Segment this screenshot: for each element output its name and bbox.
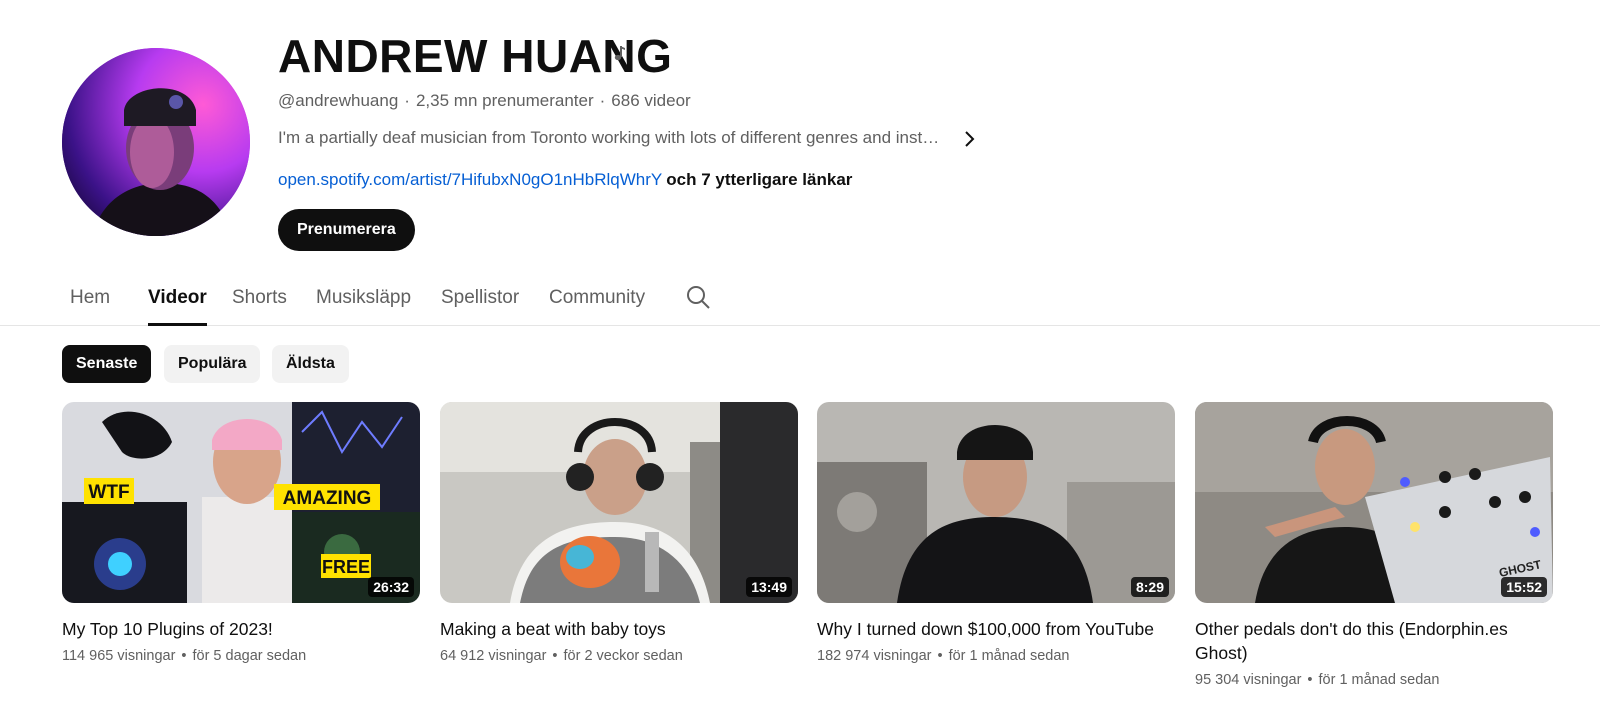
thumb-text-wtf: WTF — [88, 482, 129, 503]
video-views: 114 965 visningar — [62, 648, 176, 664]
music-note-icon — [614, 46, 625, 61]
spotify-link[interactable]: open.spotify.com/artist/7HifubxN0gO1nHbR… — [278, 170, 662, 189]
tab-videos[interactable]: Videor — [148, 286, 207, 326]
separator-dot: • — [552, 648, 558, 664]
video-title[interactable]: Making a beat with baby toys — [440, 617, 798, 641]
video-title[interactable]: My Top 10 Plugins of 2023! — [62, 617, 420, 641]
separator-dot: · — [599, 91, 606, 110]
video-views: 64 912 visningar — [440, 648, 547, 664]
avatar-image — [62, 48, 250, 236]
video-meta: 95 304 visningar • för 1 månad sedan — [1195, 670, 1553, 690]
channel-meta: @andrewhuang · 2,35 mn prenumeranter · 686 v… — [278, 90, 691, 112]
separator-dot: • — [181, 648, 187, 664]
video-count: 686 videor — [611, 91, 691, 110]
thumbnail-image — [440, 402, 798, 603]
chip-latest[interactable]: Senaste — [62, 345, 152, 383]
tab-releases[interactable]: Musiksläpp — [316, 286, 411, 324]
tab-playlists[interactable]: Spellistor — [441, 286, 519, 324]
video-meta: 64 912 visningar • för 2 veckor sedan — [440, 646, 798, 666]
chip-popular[interactable]: Populära — [164, 345, 261, 383]
video-meta: 114 965 visningar • för 5 dagar sedan — [62, 646, 420, 666]
channel-description[interactable]: I'm a partially deaf musician from Toron… — [278, 127, 940, 149]
video-duration: 8:29 — [1130, 577, 1169, 597]
video-card[interactable]: WTF AMAZING FREE 26:32 My Top 10 Plugins… — [62, 402, 420, 666]
video-duration: 13:49 — [746, 577, 792, 597]
separator-dot: • — [1307, 672, 1313, 688]
search-icon[interactable] — [685, 284, 711, 310]
tab-shorts[interactable]: Shorts — [232, 286, 287, 324]
chevron-right-icon[interactable] — [958, 128, 980, 150]
subscriber-count: 2,35 mn prenumeranter — [415, 91, 594, 110]
video-age: för 1 månad sedan — [948, 648, 1070, 664]
video-age: för 1 månad sedan — [1318, 672, 1440, 688]
video-thumbnail[interactable]: GHOST 15:52 — [1195, 402, 1553, 603]
separator-dot: · — [404, 91, 410, 110]
video-thumbnail[interactable]: 8:29 — [817, 402, 1175, 603]
thumbnail-image: GHOST — [1195, 402, 1553, 603]
channel-tabs: Hem Videor Shorts Musiksläpp Spellistor … — [0, 272, 1600, 326]
video-duration: 15:52 — [1501, 577, 1547, 597]
thumb-text-amazing: AMAZING — [283, 488, 372, 509]
thumbnail-image: WTF AMAZING FREE — [62, 402, 420, 603]
subscribe-button[interactable]: Prenumerera — [278, 209, 415, 251]
video-card[interactable]: 8:29 Why I turned down $100,000 from You… — [817, 402, 1175, 666]
channel-avatar — [62, 48, 250, 236]
video-card[interactable]: 13:49 Making a beat with baby toys 64 91… — [440, 402, 798, 666]
video-meta: 182 974 visningar • för 1 månad sedan — [817, 646, 1175, 666]
video-views: 182 974 visningar — [817, 648, 932, 664]
video-thumbnail[interactable]: WTF AMAZING FREE 26:32 — [62, 402, 420, 603]
tab-home[interactable]: Hem — [70, 286, 110, 324]
video-views: 95 304 visningar — [1195, 672, 1302, 688]
video-thumbnail[interactable]: 13:49 — [440, 402, 798, 603]
more-links-button[interactable]: och 7 ytterligare länkar — [666, 170, 852, 189]
video-age: för 5 dagar sedan — [192, 648, 307, 664]
thumbnail-image — [817, 402, 1175, 603]
channel-links: open.spotify.com/artist/7HifubxN0gO1nHbR… — [278, 169, 852, 191]
video-duration: 26:32 — [368, 577, 414, 597]
separator-dot: • — [937, 648, 943, 664]
video-title[interactable]: Other pedals don't do this (Endorphin.es… — [1195, 617, 1553, 665]
video-title[interactable]: Why I turned down $100,000 from YouTube — [817, 617, 1175, 641]
tab-community[interactable]: Community — [549, 286, 645, 324]
video-age: för 2 veckor sedan — [563, 648, 683, 664]
video-card[interactable]: GHOST 15:52 Other pedals don't do this (… — [1195, 402, 1553, 690]
chip-oldest[interactable]: Äldsta — [272, 345, 349, 383]
channel-handle: @andrewhuang — [278, 91, 399, 110]
thumb-text-free: FREE — [322, 557, 370, 577]
